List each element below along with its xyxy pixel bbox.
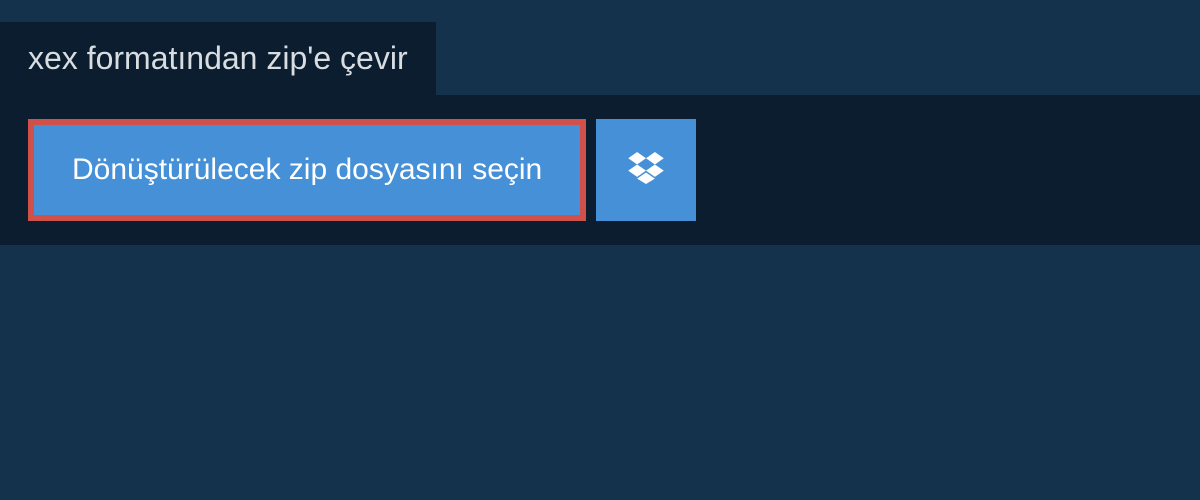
button-row: Dönüştürülecek zip dosyasını seçin bbox=[28, 119, 1172, 221]
select-file-button[interactable]: Dönüştürülecek zip dosyasını seçin bbox=[28, 119, 586, 221]
header-tab: xex formatından zip'e çevir bbox=[0, 22, 436, 95]
page-title: xex formatından zip'e çevir bbox=[28, 40, 408, 77]
content-panel: Dönüştürülecek zip dosyasını seçin bbox=[0, 95, 1200, 245]
dropbox-button[interactable] bbox=[596, 119, 696, 221]
dropbox-icon bbox=[628, 152, 664, 189]
select-file-label: Dönüştürülecek zip dosyasını seçin bbox=[72, 153, 542, 187]
